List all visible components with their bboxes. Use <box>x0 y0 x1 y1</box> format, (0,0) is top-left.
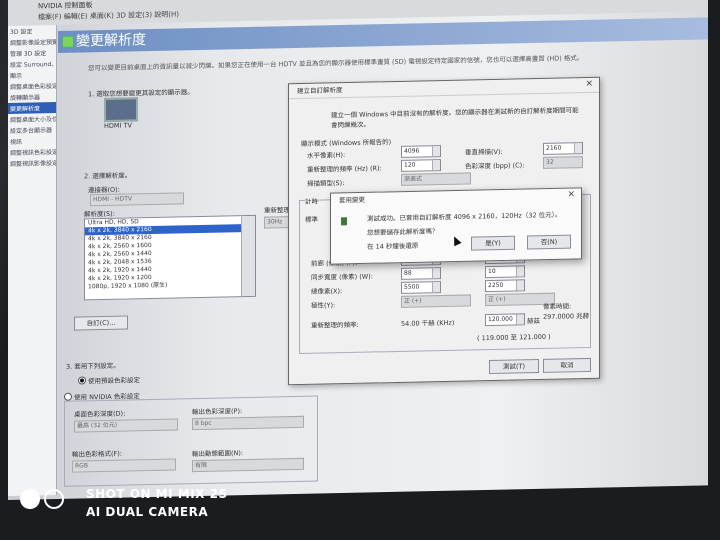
app-title: NVIDIA 控制面板 <box>38 1 93 11</box>
watermark-line2: AI DUAL CAMERA <box>86 505 209 519</box>
v-lines-input[interactable]: 2160 <box>543 142 583 155</box>
nvidia-page-icon <box>62 35 74 48</box>
radio-default-color[interactable] <box>78 376 86 385</box>
refresh-hz-spin[interactable]: 120.000 <box>485 313 525 327</box>
camera-logo-icon <box>20 489 66 511</box>
refresh-hz-label: 重新整理的頻率 (Hz) (R): <box>307 164 382 174</box>
refresh-unit: 赫茲 <box>527 316 540 326</box>
step2-label: 2. 選擇解析度。 <box>84 171 132 181</box>
monitor-name: HDMI TV <box>104 121 132 130</box>
test-button[interactable]: 測試(T) <box>489 359 539 375</box>
dialog-intro: 建立一個 Windows 中目前沒有的解析度。您的顯示器在測試新的自訂解析度期間… <box>331 106 579 130</box>
alert-countdown: 在 14 秒鐘後還原 <box>367 241 419 251</box>
scan-type-select[interactable]: 漸進式 <box>401 172 471 186</box>
output-depth-select[interactable]: 8 bpc <box>192 415 304 431</box>
cancel-button[interactable]: 取消 <box>543 357 591 373</box>
standard-label: 標準 <box>305 215 318 224</box>
page-title: 變更解析度 <box>76 32 146 50</box>
output-depth-label: 輸出色彩深度(P): <box>192 407 243 417</box>
tree-item[interactable]: 調整視訊影像設定 <box>8 157 56 169</box>
radio-nvidia-color[interactable] <box>64 392 72 401</box>
connector-label: 連接器(O): <box>88 185 120 195</box>
h-pixels-input[interactable]: 4096 <box>401 145 441 158</box>
display-mode-label: 顯示模式 (Windows 所報告的) <box>301 138 392 148</box>
dynamic-range-select[interactable]: 有限 <box>192 457 304 473</box>
resolution-list[interactable]: Ultra HD, HD, SD 4k x 2k, 3840 x 2160 4k… <box>84 214 256 301</box>
watermark-line1: SHOT ON MI MIX 2S <box>86 487 228 501</box>
refresh-hz-input[interactable]: 120 <box>401 159 441 172</box>
polarity-label: 極性(Y): <box>311 301 336 310</box>
v-lines-label: 垂直掃描(V): <box>465 147 503 157</box>
color-depth-label: 色彩深度 (bpp) (C): <box>465 161 525 171</box>
yes-button[interactable]: 是(Y) <box>471 235 515 251</box>
total-pixels-v-input[interactable]: 2250 <box>485 279 525 293</box>
output-format-select[interactable]: RGB <box>72 458 176 473</box>
watermark-text: SHOT ON MI MIX 2S AI DUAL CAMERA <box>86 485 228 521</box>
desktop-color-label: 桌面色彩深度(D): <box>74 409 126 419</box>
page-description: 您可以變更目前桌面上的資訊量以減少閃爍。如果您正在使用一台 HDTV 並且為您的… <box>88 53 584 73</box>
radio-default-label: 使用預設色彩設定 <box>88 376 140 386</box>
close-icon[interactable]: × <box>567 190 575 200</box>
alert-message: 測試成功。已套用自訂解析度 4096 x 2160，120Hz（32 位元）。 <box>367 210 562 223</box>
list-scrollbar[interactable] <box>241 215 255 297</box>
sync-width-h-input[interactable]: 88 <box>401 267 441 280</box>
pixel-clock-label: 像素時間: <box>543 302 572 311</box>
apply-changes-alert: 套用變更 × 測試成功。已套用自訂解析度 4096 x 2160，120Hz（3… <box>330 187 582 265</box>
h-pixels-label: 水平像素(H): <box>307 151 346 160</box>
alert-title: 套用變更 <box>339 195 365 205</box>
desktop-color-select[interactable]: 最高 (32 位元) <box>74 418 178 433</box>
sync-width-label: 同步寬度 (像素) (W): <box>311 272 373 282</box>
total-pixels-label: 總像素(X): <box>311 287 343 296</box>
sync-width-v-input[interactable]: 10 <box>485 265 525 279</box>
navigation-tree: 3D 設定 調整影像設定預覽 管理 3D 設定 設定 Surround、Phys… <box>8 24 57 496</box>
color-depth-select[interactable]: 32 <box>543 156 583 169</box>
nvidia-info-icon <box>341 217 347 226</box>
scan-type-label: 掃描類型(S): <box>307 179 345 188</box>
timing-label: 計時 <box>305 195 318 206</box>
refresh-rate-label: 重新整理的頻率: <box>311 320 359 330</box>
customize-button[interactable]: 自訂(C)... <box>74 315 128 331</box>
output-format-label: 輸出色彩格式(F): <box>72 449 123 459</box>
refresh-khz-value: 54.00 千赫 (KHz) <box>401 318 455 328</box>
refresh-range: ( 119.000 至 121.000 ) <box>477 332 551 343</box>
close-icon[interactable]: × <box>585 79 593 89</box>
dynamic-range-label: 輸出動態範圍(N): <box>192 449 244 459</box>
connector-select[interactable]: HDMI - HDTV <box>90 192 184 207</box>
resolution-label: 解析度(S): <box>84 209 115 219</box>
monitor-icon[interactable] <box>104 97 138 122</box>
menu-items[interactable]: 檔案(F) 編輯(E) 桌面(K) 3D 設定(3) 說明(H) <box>38 9 179 22</box>
step1-label: 1. 選取您想要變更其設定的顯示器。 <box>88 88 194 99</box>
step3-label: 3. 套用下列設定。 <box>66 361 120 371</box>
no-button[interactable]: 否(N) <box>527 234 571 250</box>
polarity-h-select[interactable]: 正 (+) <box>401 294 471 308</box>
alert-question: 您想要儲存此解析度嗎？ <box>367 227 439 237</box>
pixel-clock-value: 297.0000 兆赫 <box>543 311 590 321</box>
total-pixels-h-input[interactable]: 5500 <box>401 281 441 294</box>
